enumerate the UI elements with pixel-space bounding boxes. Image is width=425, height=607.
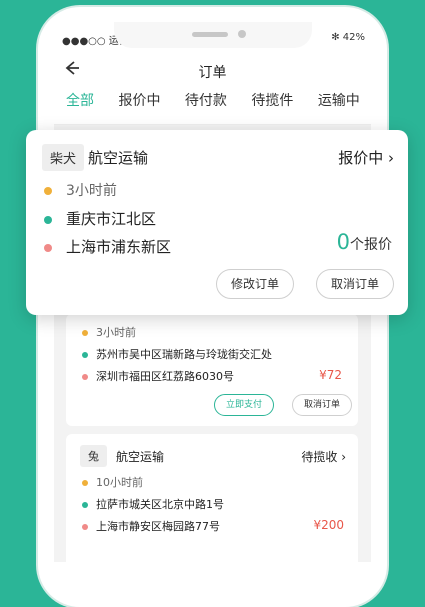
order-time: 3小时前 <box>96 326 136 339</box>
time-dot <box>44 187 52 195</box>
order-status[interactable]: 报价中 › <box>338 147 394 168</box>
origin-address: 拉萨市城关区北京中路1号 <box>96 498 224 511</box>
quote-number: 0 <box>336 230 350 254</box>
origin-dot <box>82 352 88 358</box>
order-status[interactable]: 待揽收 › <box>301 448 346 465</box>
order-tabs: 全部 报价中 待付款 待揽件 运输中 待 <box>66 90 371 110</box>
battery-indicator: ✻ 42% <box>331 32 365 43</box>
destination-address: 上海市浦东新区 <box>66 238 172 256</box>
cancel-order-button[interactable]: 取消订单 <box>316 269 394 299</box>
transport-type: 航空运输 <box>88 149 149 167</box>
phone-notch <box>114 22 312 48</box>
order-card-pickup[interactable]: 兔 航空运输 待揽收 › 10小时前 拉萨市城关区北京中路1号 上海市静安区梅园… <box>66 434 358 562</box>
time-dot <box>82 480 88 486</box>
destination-dot <box>82 524 88 530</box>
pet-tag: 柴犬 <box>42 144 85 171</box>
order-price: ¥72 <box>319 368 342 382</box>
top-navigation: 订单 全部 报价中 待付款 待揽件 运输中 待 <box>54 56 371 125</box>
destination-dot <box>44 243 52 252</box>
destination-dot <box>82 374 88 380</box>
chevron-right-icon: › <box>341 450 346 464</box>
chevron-right-icon: › <box>388 149 394 167</box>
cancel-order-button[interactable]: 取消订单 <box>292 394 352 416</box>
quote-suffix: 个报价 <box>350 237 392 253</box>
time-dot <box>82 330 88 336</box>
modify-order-button[interactable]: 修改订单 <box>216 269 294 299</box>
order-status-label: 待揽收 <box>301 450 338 464</box>
order-time: 10小时前 <box>96 476 143 489</box>
origin-address: 重庆市江北区 <box>66 210 157 228</box>
destination-address: 深圳市福田区红荔路6030号 <box>96 370 234 383</box>
page-title: 订单 <box>198 65 227 81</box>
origin-dot <box>82 502 88 508</box>
speaker-grille <box>192 32 228 37</box>
tab-quoting[interactable]: 报价中 <box>118 93 160 109</box>
tab-all[interactable]: 全部 <box>66 93 94 109</box>
order-card-quoting[interactable]: 柴犬 航空运输 报价中 › 3小时前 重庆市江北区 上海市浦东新区 0个报价 修… <box>26 130 408 315</box>
pay-now-button[interactable]: 立即支付 <box>214 394 274 416</box>
camera-dot <box>238 30 246 38</box>
destination-address: 上海市静安区梅园路77号 <box>96 520 220 533</box>
tab-pending-pickup[interactable]: 待揽件 <box>251 93 293 109</box>
transport-type: 航空运输 <box>116 450 165 464</box>
quote-count: 0个报价 <box>337 230 392 254</box>
tab-in-transit[interactable]: 运输中 <box>318 93 360 109</box>
order-status-label: 报价中 <box>338 149 384 167</box>
pet-tag: 兔 <box>80 445 107 467</box>
order-time: 3小时前 <box>66 183 117 199</box>
order-price: ¥200 <box>313 518 344 532</box>
tab-pending-payment[interactable]: 待付款 <box>185 93 227 109</box>
order-card-payment[interactable]: 3小时前 苏州市吴中区瑞新路与玲珑街交汇处 深圳市福田区红荔路6030号 ¥72… <box>66 314 358 426</box>
origin-dot <box>44 215 52 224</box>
origin-address: 苏州市吴中区瑞新路与玲珑街交汇处 <box>96 348 272 361</box>
